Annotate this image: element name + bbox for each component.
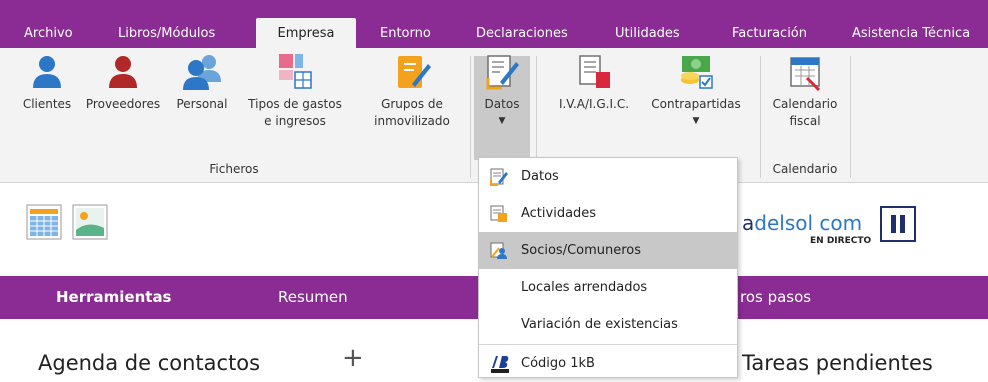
user-icon <box>109 56 137 88</box>
pause-icon <box>891 215 905 233</box>
document-pen-icon <box>490 168 508 186</box>
group-separator <box>850 56 851 178</box>
tab-archivo[interactable]: Archivo <box>24 20 73 48</box>
datos-label: Datos <box>484 97 520 111</box>
tipos-label-line1: Tipos de gastos <box>248 97 342 111</box>
tab-asistencia-tecnica[interactable]: Asistencia Técnica <box>852 20 970 48</box>
logo-text: delsol <box>754 211 814 235</box>
ficheros-group-label: Ficheros <box>209 162 259 176</box>
contrapartidas-button[interactable]: Contrapartidas ▼ <box>640 52 752 130</box>
tipos-gastos-ingresos-button[interactable]: Tipos de gastos e ingresos <box>240 52 350 130</box>
iva-label: I.V.A/I.G.I.C. <box>558 97 630 111</box>
add-contact-button[interactable]: + <box>342 343 364 373</box>
tareas-title: Tareas pendientes <box>742 351 933 375</box>
image-icon[interactable] <box>72 204 108 240</box>
tab-facturacion[interactable]: Facturación <box>732 20 807 48</box>
notebook-pen-icon <box>398 56 431 88</box>
tab-herramientas[interactable]: Herramientas <box>56 276 172 319</box>
agenda-title: Agenda de contactos <box>38 351 261 375</box>
calendario-label-line1: Calendario <box>772 97 838 111</box>
menu-item-label: Código 1kB <box>521 356 595 371</box>
money-check-icon <box>681 56 713 89</box>
grupos-label-line2: inmovilizado <box>374 114 450 128</box>
delsol-logo: adelsol com <box>742 211 862 235</box>
personal-label: Personal <box>176 97 228 111</box>
tab-empresa[interactable]: Empresa <box>256 18 356 48</box>
en-directo-label: EN DIRECTO <box>810 236 872 246</box>
logo-text: a <box>742 211 755 235</box>
group-separator <box>760 56 761 178</box>
tab-resumen[interactable]: Resumen <box>278 276 348 319</box>
datos-dropdown-button[interactable]: Datos ▼ <box>474 52 530 130</box>
book-document-icon <box>579 55 610 88</box>
tab-libros-modulos[interactable]: Libros/Módulos <box>118 20 215 48</box>
chevron-down-icon: ▼ <box>498 116 506 126</box>
tab-primeros-pasos[interactable]: ros pasos <box>740 276 811 319</box>
tipos-label-line2: e ingresos <box>264 114 326 128</box>
clientes-button[interactable]: Clientes <box>14 52 80 113</box>
iva-igic-button[interactable]: I.V.A/I.G.I.C. <box>548 52 640 113</box>
menu-item-locales-arrendados[interactable]: Locales arrendados <box>479 269 737 306</box>
proveedores-button[interactable]: Proveedores <box>82 52 164 113</box>
proveedores-label: Proveedores <box>85 97 161 111</box>
color-blocks-icon <box>279 54 312 89</box>
chevron-down-icon: ▼ <box>692 116 700 126</box>
tab-declaraciones[interactable]: Declaraciones <box>476 20 568 48</box>
menu-item-label: Variación de existencias <box>521 317 678 332</box>
spreadsheet-icon[interactable] <box>26 204 62 240</box>
calendario-fiscal-button[interactable]: Calendario fiscal <box>764 52 846 130</box>
ribbon-tab-bar: Archivo Libros/Módulos Empresa Entorno D… <box>0 0 988 48</box>
menu-item-label: Datos <box>521 169 559 184</box>
menu-item-socios-comuneros[interactable]: Socios/Comuneros <box>479 232 737 269</box>
calendar-icon <box>790 57 821 92</box>
grupos-label-line1: Grupos de <box>381 97 443 111</box>
menu-item-actividades[interactable]: Actividades <box>479 195 737 232</box>
activities-icon <box>490 205 507 222</box>
group-separator <box>470 56 471 178</box>
menu-item-datos[interactable]: Datos <box>479 158 737 195</box>
datos-dropdown-menu: Datos Actividades Socios/Comuneros Local… <box>478 157 738 378</box>
calendario-group-label: Calendario <box>772 162 838 176</box>
grupos-inmovilizado-button[interactable]: Grupos de inmovilizado <box>362 52 462 130</box>
contrapartidas-label: Contrapartidas <box>651 97 741 111</box>
personal-button[interactable]: Personal <box>166 52 238 113</box>
menu-item-label: Socios/Comuneros <box>521 243 642 258</box>
pause-button[interactable] <box>880 206 916 242</box>
menu-item-label: Locales arrendados <box>521 280 648 295</box>
document-pen-icon <box>486 55 519 90</box>
tab-utilidades[interactable]: Utilidades <box>615 20 680 48</box>
calendario-label-line2: fiscal <box>789 114 821 128</box>
clientes-label: Clientes <box>22 97 72 111</box>
partners-icon <box>490 242 507 259</box>
menu-item-label: Actividades <box>521 206 597 221</box>
group-icon <box>183 55 221 90</box>
menu-item-codigo-1kb[interactable]: Código 1kB <box>479 345 737 382</box>
tab-entorno[interactable]: Entorno <box>380 20 431 48</box>
kb-logo-icon <box>491 356 509 373</box>
menu-item-variacion-existencias[interactable]: Variación de existencias <box>479 306 737 343</box>
logo-text: com <box>813 211 863 235</box>
user-icon <box>33 56 61 88</box>
